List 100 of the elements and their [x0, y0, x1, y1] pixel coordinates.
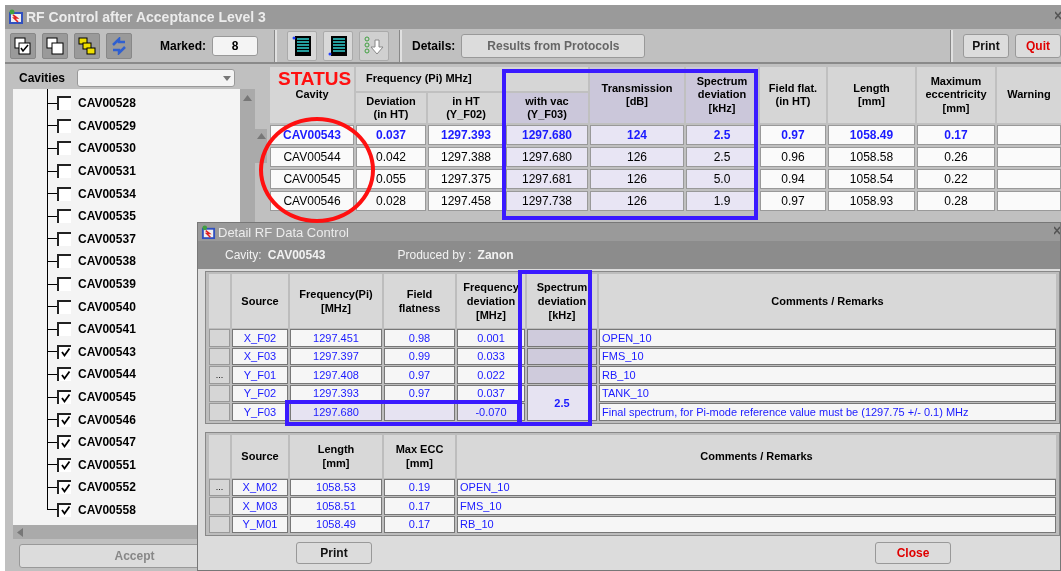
- table-cell[interactable]: CAV00544: [270, 147, 354, 167]
- table-cell[interactable]: 126: [590, 169, 684, 189]
- table-cell[interactable]: 1297.680: [506, 125, 588, 145]
- table-cell[interactable]: 0.26: [917, 147, 995, 167]
- check-list-icon[interactable]: [10, 32, 36, 59]
- results-button[interactable]: Results from Protocols: [461, 33, 646, 58]
- column-header: Maximum eccentricity [mm]: [917, 67, 995, 123]
- marked-count-field[interactable]: 8: [212, 35, 258, 56]
- table-cell[interactable]: 1058.93: [828, 191, 915, 211]
- row-button[interactable]: ...: [209, 366, 230, 384]
- column-header: in HT (Y_F02): [428, 93, 504, 123]
- table-cell[interactable]: 126: [590, 147, 684, 167]
- column-header: Spectrum deviation [kHz]: [527, 274, 597, 328]
- table-cell[interactable]: CAV00546: [270, 191, 354, 211]
- table-cell: 1297.451: [290, 329, 382, 347]
- checkbox[interactable]: [57, 141, 71, 156]
- quit-button[interactable]: Quit: [1015, 33, 1061, 58]
- table-cell[interactable]: 124: [590, 125, 684, 145]
- checkbox[interactable]: [57, 209, 71, 224]
- table-cell[interactable]: 0.037: [356, 125, 426, 145]
- comment-cell: OPEN_10: [599, 329, 1056, 347]
- column-header: Source: [232, 274, 288, 328]
- table-cell[interactable]: 1058.54: [828, 169, 915, 189]
- swap-arrows-icon[interactable]: [106, 32, 132, 59]
- checkbox[interactable]: [57, 390, 71, 404]
- table-cell[interactable]: 0.055: [356, 169, 426, 189]
- table-cell[interactable]: CAV00545: [270, 169, 354, 189]
- table-list-icon[interactable]: [287, 30, 317, 61]
- table-cell[interactable]: [997, 125, 1061, 145]
- stacked-blocks-icon[interactable]: [74, 32, 100, 59]
- table-cell[interactable]: 126: [590, 191, 684, 211]
- checkbox[interactable]: [57, 435, 71, 450]
- table-cell: 1058.49: [290, 515, 382, 533]
- tree-item[interactable]: CAV00534: [13, 182, 240, 205]
- checkbox[interactable]: [57, 118, 71, 133]
- checkbox[interactable]: [57, 412, 71, 427]
- checkbox[interactable]: [57, 457, 71, 472]
- table-cell[interactable]: 0.97: [760, 125, 826, 145]
- table-cell[interactable]: CAV00543: [270, 125, 354, 145]
- table-cell[interactable]: 1297.375: [428, 169, 504, 189]
- table-cell[interactable]: 0.042: [356, 147, 426, 167]
- table-cell: 0.022: [457, 366, 525, 384]
- comment-cell: Final spectrum, for Pi-mode reference value must be (1297.75 +/- 0.1) MHz: [599, 403, 1056, 421]
- marked-label: Marked:: [160, 38, 206, 53]
- table-list-icon[interactable]: [323, 30, 353, 61]
- checkbox[interactable]: [57, 231, 71, 246]
- table-cell: 1297.408: [290, 366, 382, 384]
- column-header: Comments / Remarks: [599, 274, 1056, 328]
- table-cell[interactable]: 1297.388: [428, 147, 504, 167]
- checkbox[interactable]: [57, 503, 71, 517]
- checkbox[interactable]: [57, 480, 71, 495]
- checkbox[interactable]: [57, 96, 71, 111]
- table-cell[interactable]: 1297.680: [506, 147, 588, 167]
- table-cell[interactable]: 1297.458: [428, 191, 504, 211]
- checkbox[interactable]: [57, 367, 71, 382]
- table-cell[interactable]: [997, 169, 1061, 189]
- checkbox[interactable]: [57, 299, 71, 314]
- table-cell[interactable]: [997, 191, 1061, 211]
- checkbox[interactable]: [57, 322, 71, 337]
- table-cell: [527, 347, 597, 365]
- comment-cell: OPEN_10: [457, 478, 1056, 496]
- table-cell[interactable]: 1297.393: [428, 125, 504, 145]
- close-button[interactable]: Close: [875, 542, 951, 564]
- column-header: Frequency deviation [MHz]: [457, 274, 525, 328]
- table-cell[interactable]: [997, 147, 1061, 167]
- column-header: Field flatness: [384, 274, 455, 328]
- checkbox[interactable]: [57, 277, 71, 292]
- print-button[interactable]: Print: [296, 542, 372, 564]
- table-cell: X_M03: [232, 497, 288, 515]
- table-cell[interactable]: 0.97: [760, 191, 826, 211]
- comment-cell: FMS_10: [599, 347, 1056, 365]
- table-cell[interactable]: 0.94: [760, 169, 826, 189]
- table-cell[interactable]: 1297.738: [506, 191, 588, 211]
- tree-item[interactable]: CAV00531: [13, 159, 240, 183]
- row-button[interactable]: ...: [209, 478, 230, 496]
- comment-cell: RB_10: [457, 515, 1056, 533]
- table-cell[interactable]: 1058.58: [828, 147, 915, 167]
- tree-item[interactable]: CAV00529: [13, 114, 240, 138]
- checkbox[interactable]: [57, 164, 71, 179]
- column-header: Deviation (in HT): [356, 93, 426, 123]
- cavity-filter-dropdown[interactable]: [77, 69, 236, 87]
- table-cell[interactable]: 0.28: [917, 191, 995, 211]
- table-cell[interactable]: 1297.681: [506, 169, 588, 189]
- table-cell[interactable]: 0.22: [917, 169, 995, 189]
- table-cell: 0.001: [457, 329, 525, 347]
- stacked-pages-icon[interactable]: [42, 32, 68, 59]
- table-cell[interactable]: 0.96: [760, 147, 826, 167]
- table-cell[interactable]: 0.028: [356, 191, 426, 211]
- comment-cell: FMS_10: [457, 497, 1056, 515]
- checkbox[interactable]: [57, 344, 71, 359]
- table-cell[interactable]: 1058.49: [828, 125, 915, 145]
- tree-item[interactable]: CAV00530: [13, 137, 240, 160]
- checkbox[interactable]: [57, 254, 71, 269]
- table-cell: Y_F02: [232, 384, 288, 402]
- column-header: with vac (Y_F03): [506, 93, 588, 123]
- table-corner: [209, 274, 230, 328]
- tree-item[interactable]: CAV00528: [13, 92, 240, 115]
- checkbox[interactable]: [57, 186, 71, 201]
- print-button[interactable]: Print: [963, 33, 1009, 58]
- table-cell[interactable]: 0.17: [917, 125, 995, 145]
